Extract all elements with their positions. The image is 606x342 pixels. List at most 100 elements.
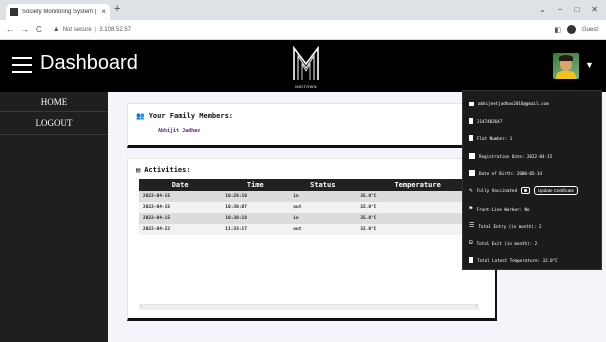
list-icon: ☰ (469, 222, 475, 229)
profile-exits-row: ⊟ Total Exit (in month): 2 (469, 240, 537, 246)
cell-date: 2022-04-22 (139, 224, 222, 235)
profile-frontline: Front-Line Worker: No (476, 206, 530, 212)
horizontal-scrollbar[interactable]: ‹ › (139, 304, 479, 310)
exit-icon: ⊟ (469, 239, 473, 246)
sidebar-item-home[interactable]: HOME (0, 92, 108, 112)
cell-time: 10:28:10 (221, 191, 290, 202)
browser-tab-bar: Society Monitoring System | Da × + ⌄ − □… (0, 0, 606, 20)
cell-time: 10:30:18 (221, 213, 290, 224)
window-controls: ⌄ − □ ✕ (539, 5, 598, 14)
cell-temperature: 35.0°C (356, 191, 479, 202)
users-icon: 👥 (136, 112, 145, 120)
toolbar-right: ◧ Guest (554, 25, 598, 34)
avatar[interactable] (553, 53, 579, 79)
site-favicon-icon (10, 8, 18, 16)
profile-flat-row: Flat Number: 1 (469, 135, 512, 141)
profile-email-row: abhijeetjadhav2016@gmail.com (469, 101, 549, 106)
warning-icon: ▲ (52, 26, 60, 33)
cell-time: 10:30:07 (221, 202, 290, 213)
security-label: Not secure (62, 26, 92, 33)
table-row: 2022-04-15 10:30:07 out 32.0°C (139, 202, 479, 213)
minimize-icon[interactable]: − (558, 5, 563, 14)
profile-flat: Flat Number: 1 (477, 135, 513, 141)
browser-tab[interactable]: Society Monitoring System | Da × (6, 4, 110, 20)
new-tab-button[interactable]: + (114, 4, 120, 15)
profile-dropdown: abhijeetjadhav2016@gmail.com 2147483647 … (462, 90, 602, 270)
profile-icon[interactable] (566, 25, 576, 34)
profile-frontline-row: ⚑ Front-Line Worker: No (469, 206, 530, 212)
browser-toolbar: ← → C ▲ Not secure | 3.108.52.57 ◧ Guest (0, 20, 606, 40)
cell-temperature: 32.0°C (356, 224, 479, 235)
activities-table: Date Time Status Temperature 2022-04-15 … (139, 179, 479, 235)
activities-title: Activities: (144, 166, 191, 174)
family-card: 👥 Your Family Members: Abhijit Jadhav (127, 103, 493, 148)
cell-date: 2022-04-15 (139, 202, 222, 213)
profile-phone-row: 2147483647 (469, 118, 502, 124)
sidebar-item-logout[interactable]: LOGOUT (0, 112, 108, 135)
profile-phone: 2147483647 (477, 118, 503, 124)
page-title: Dashboard (40, 52, 138, 74)
profile-email: abhijeetjadhav2016@gmail.com (478, 101, 549, 106)
activities-card: ▤ Activities: Date Time Status Temperatu… (127, 158, 497, 321)
column-header-time: Time (221, 179, 290, 191)
envelope-icon (469, 101, 474, 106)
cell-status: out (289, 224, 357, 235)
cell-time: 11:33:17 (221, 224, 290, 235)
family-title: Your Family Members: (148, 112, 234, 120)
profile-vaccination-row: ✎ Fully Vaccinated Update Certificate (469, 186, 578, 195)
tab-search-icon[interactable]: ⌄ (539, 5, 546, 14)
cell-status: out (289, 202, 357, 213)
forward-icon[interactable]: → (21, 25, 29, 34)
column-header-date: Date (139, 179, 222, 191)
eye-icon[interactable] (520, 187, 530, 194)
building-icon (469, 135, 473, 141)
cell-date: 2022-04-15 (139, 191, 222, 202)
address-separator: | (94, 26, 97, 33)
menu-icon[interactable] (12, 57, 32, 73)
profile-exits: Total Exit (in month): 2 (476, 240, 538, 246)
profile-temperature-row: Total Latest Temperature: 32.0°C (469, 257, 558, 263)
profile-entries-row: ☰ Total Entry (in month): 2 (469, 223, 541, 229)
family-heading: 👥 Your Family Members: (136, 112, 233, 120)
address-bar[interactable]: ▲ Not secure | 3.108.52.57 (53, 26, 131, 33)
reload-icon[interactable]: C (36, 25, 42, 34)
midtown-logo: MIDTOWN (291, 44, 321, 90)
close-window-icon[interactable]: ✕ (591, 5, 598, 14)
window-icon[interactable]: ◧ (554, 26, 561, 34)
family-member: Abhijit Jadhav (158, 128, 201, 134)
profile-vaccination: Fully Vaccinated (476, 188, 517, 193)
chevron-down-icon[interactable]: ▼ (585, 60, 594, 70)
profile-registration: Registration Date: 2022-04-15 (479, 153, 553, 159)
syringe-icon: ✎ (469, 186, 473, 194)
cell-temperature: 32.0°C (356, 202, 479, 213)
column-header-temperature: Temperature (356, 179, 479, 191)
url-text: 3.108.52.57 (99, 26, 131, 33)
profile-dob-row: Date of Birth: 2000-05-14 (469, 170, 542, 176)
profile-entries: Total Entry (in month): 2 (478, 223, 542, 229)
profile-label[interactable]: Guest (582, 27, 598, 33)
maximize-icon[interactable]: □ (574, 5, 579, 14)
update-certificate-button[interactable]: Update Certificate (533, 186, 578, 195)
sidebar: HOME LOGOUT (0, 92, 108, 342)
thermometer-icon (469, 257, 473, 263)
close-tab-icon[interactable]: × (101, 8, 106, 16)
calendar-icon (469, 153, 475, 159)
table-row: 2022-04-15 10:30:18 in 35.0°C (139, 213, 479, 224)
table-row: 2022-04-22 11:33:17 out 32.0°C (139, 224, 479, 235)
table-row: 2022-04-15 10:28:10 in 35.0°C (139, 191, 479, 202)
phone-icon (469, 118, 473, 124)
cell-temperature: 35.0°C (356, 213, 479, 224)
database-icon: ▤ (136, 166, 141, 174)
table-header-row: Date Time Status Temperature (139, 179, 479, 191)
scroll-right-icon[interactable]: › (475, 304, 477, 310)
user-group-icon: ⚑ (469, 205, 473, 212)
scroll-left-icon[interactable]: ‹ (141, 304, 143, 310)
logo-text: MIDTOWN (295, 84, 317, 89)
back-icon[interactable]: ← (6, 25, 14, 34)
cell-status: in (289, 191, 357, 202)
profile-dob: Date of Birth: 2000-05-14 (479, 170, 543, 176)
cell-date: 2022-04-15 (139, 213, 222, 224)
profile-registration-row: Registration Date: 2022-04-15 (469, 153, 552, 159)
tab-title: Society Monitoring System | Da (22, 9, 99, 15)
activities-heading: ▤ Activities: (136, 166, 191, 174)
